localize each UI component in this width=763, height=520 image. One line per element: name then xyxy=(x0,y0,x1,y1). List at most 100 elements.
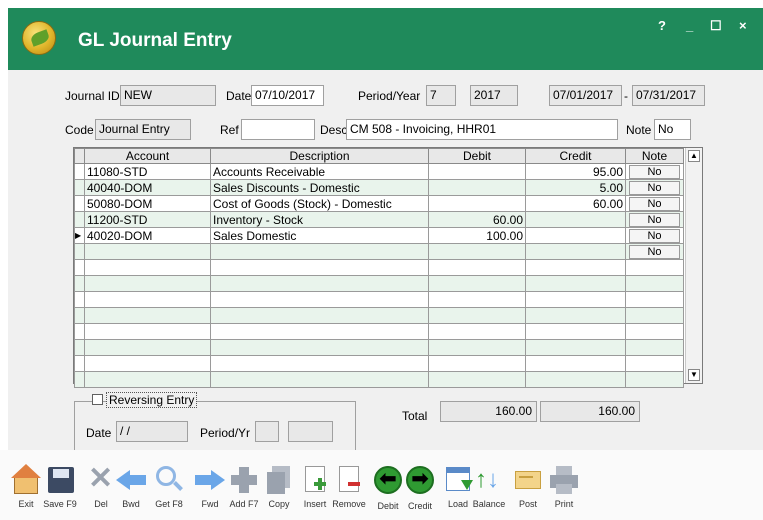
save-button[interactable]: Save F9 xyxy=(40,464,80,509)
table-row[interactable]: ▶ 40020-DOM Sales Domestic 100.00 No xyxy=(74,227,684,244)
account-cell[interactable] xyxy=(84,323,211,340)
account-cell[interactable]: 40020-DOM xyxy=(84,227,211,244)
add-button[interactable]: Add F7 xyxy=(224,464,264,509)
debit-cell[interactable] xyxy=(428,243,526,260)
debit-cell[interactable] xyxy=(428,339,526,356)
credit-cell[interactable] xyxy=(525,275,626,292)
minimize-button[interactable]: _ xyxy=(686,18,693,33)
description-cell[interactable]: Cost of Goods (Stock) - Domestic xyxy=(210,195,429,212)
note-cell[interactable] xyxy=(625,371,684,388)
credit-cell[interactable] xyxy=(525,307,626,324)
col-account-header[interactable]: Account xyxy=(84,148,211,164)
note-button[interactable]: No xyxy=(629,212,680,227)
account-cell[interactable] xyxy=(84,259,211,276)
table-row[interactable] xyxy=(74,259,684,276)
journal-lines-grid[interactable]: Account Description Debit Credit Note 11… xyxy=(73,147,703,388)
grid-vertical-scrollbar[interactable]: ▲ ▼ xyxy=(685,148,702,383)
credit-cell[interactable] xyxy=(525,355,626,372)
note-cell[interactable] xyxy=(625,259,684,276)
close-button[interactable]: × xyxy=(739,18,747,33)
description-cell[interactable] xyxy=(210,259,429,276)
col-debit-header[interactable]: Debit xyxy=(428,148,526,164)
note-cell[interactable]: No xyxy=(625,243,684,260)
credit-cell[interactable]: 5.00 xyxy=(525,179,626,196)
help-button[interactable]: ? xyxy=(658,18,666,33)
note-cell[interactable]: No xyxy=(625,195,684,212)
description-cell[interactable] xyxy=(210,307,429,324)
maximize-button[interactable]: ☐ xyxy=(710,18,722,34)
bwd-button[interactable]: Bwd xyxy=(111,464,151,509)
account-cell[interactable] xyxy=(84,291,211,308)
note-button[interactable]: No xyxy=(629,164,680,179)
note-cell[interactable] xyxy=(625,355,684,372)
account-cell[interactable]: 11200-STD xyxy=(84,211,211,228)
scroll-down-arrow-icon[interactable]: ▼ xyxy=(688,369,700,381)
copy-button[interactable]: Copy xyxy=(259,464,299,509)
note-cell[interactable] xyxy=(625,291,684,308)
credit-cell[interactable]: 60.00 xyxy=(525,195,626,212)
note-cell[interactable]: No xyxy=(625,179,684,196)
credit-cell[interactable] xyxy=(525,371,626,388)
table-row[interactable] xyxy=(74,291,684,308)
credit-cell[interactable] xyxy=(525,243,626,260)
debit-cell[interactable] xyxy=(428,179,526,196)
get-button[interactable]: Get F8 xyxy=(149,464,189,509)
reversing-date-field[interactable]: / / xyxy=(116,421,188,442)
table-row[interactable]: No xyxy=(74,243,684,260)
account-cell[interactable] xyxy=(84,275,211,292)
debit-cell[interactable] xyxy=(428,259,526,276)
debit-cell[interactable] xyxy=(428,195,526,212)
credit-cell[interactable]: 95.00 xyxy=(525,163,626,180)
debit-cell[interactable] xyxy=(428,275,526,292)
table-row[interactable] xyxy=(74,323,684,340)
print-button[interactable]: Print xyxy=(544,464,584,509)
debit-cell[interactable] xyxy=(428,307,526,324)
note-cell[interactable]: No xyxy=(625,227,684,244)
note-button[interactable]: No xyxy=(629,244,680,259)
note-cell[interactable]: No xyxy=(625,211,684,228)
remove-button[interactable]: Remove xyxy=(329,464,369,509)
account-cell[interactable] xyxy=(84,307,211,324)
reversing-entry-checkbox[interactable] xyxy=(92,394,103,405)
note-button[interactable]: No xyxy=(629,196,680,211)
account-cell[interactable]: 11080-STD xyxy=(84,163,211,180)
col-description-header[interactable]: Description xyxy=(210,148,429,164)
post-button[interactable]: Post xyxy=(508,464,548,509)
description-cell[interactable]: Inventory - Stock xyxy=(210,211,429,228)
account-cell[interactable] xyxy=(84,339,211,356)
description-cell[interactable] xyxy=(210,243,429,260)
description-cell[interactable]: Sales Discounts - Domestic xyxy=(210,179,429,196)
credit-cell[interactable] xyxy=(525,211,626,228)
debit-cell[interactable]: 100.00 xyxy=(428,227,526,244)
credit-cell[interactable] xyxy=(525,259,626,276)
table-row[interactable] xyxy=(74,355,684,372)
account-cell[interactable] xyxy=(84,371,211,388)
col-note-header[interactable]: Note xyxy=(625,148,684,164)
description-cell[interactable]: Accounts Receivable xyxy=(210,163,429,180)
note-cell[interactable] xyxy=(625,323,684,340)
note-cell[interactable] xyxy=(625,339,684,356)
table-row[interactable] xyxy=(74,307,684,324)
note-button[interactable]: No xyxy=(629,180,680,195)
description-cell[interactable] xyxy=(210,291,429,308)
debit-cell[interactable] xyxy=(428,291,526,308)
description-cell[interactable] xyxy=(210,323,429,340)
note-cell[interactable] xyxy=(625,275,684,292)
note-cell[interactable]: No xyxy=(625,163,684,180)
description-cell[interactable] xyxy=(210,371,429,388)
table-row[interactable]: 11080-STD Accounts Receivable 95.00 No xyxy=(74,163,684,180)
debit-cell[interactable] xyxy=(428,371,526,388)
account-cell[interactable] xyxy=(84,243,211,260)
credit-cell[interactable] xyxy=(525,323,626,340)
table-row[interactable]: 50080-DOM Cost of Goods (Stock) - Domesti… xyxy=(74,195,684,212)
col-credit-header[interactable]: Credit xyxy=(525,148,626,164)
desc-input[interactable]: CM 508 - Invoicing, HHR01 xyxy=(346,119,618,140)
description-cell[interactable] xyxy=(210,355,429,372)
debit-cell[interactable] xyxy=(428,323,526,340)
description-cell[interactable] xyxy=(210,275,429,292)
credit-cell[interactable] xyxy=(525,227,626,244)
credit-cell[interactable] xyxy=(525,339,626,356)
account-cell[interactable]: 40040-DOM xyxy=(84,179,211,196)
table-row[interactable] xyxy=(74,371,684,388)
reversing-year-field[interactable] xyxy=(288,421,333,442)
